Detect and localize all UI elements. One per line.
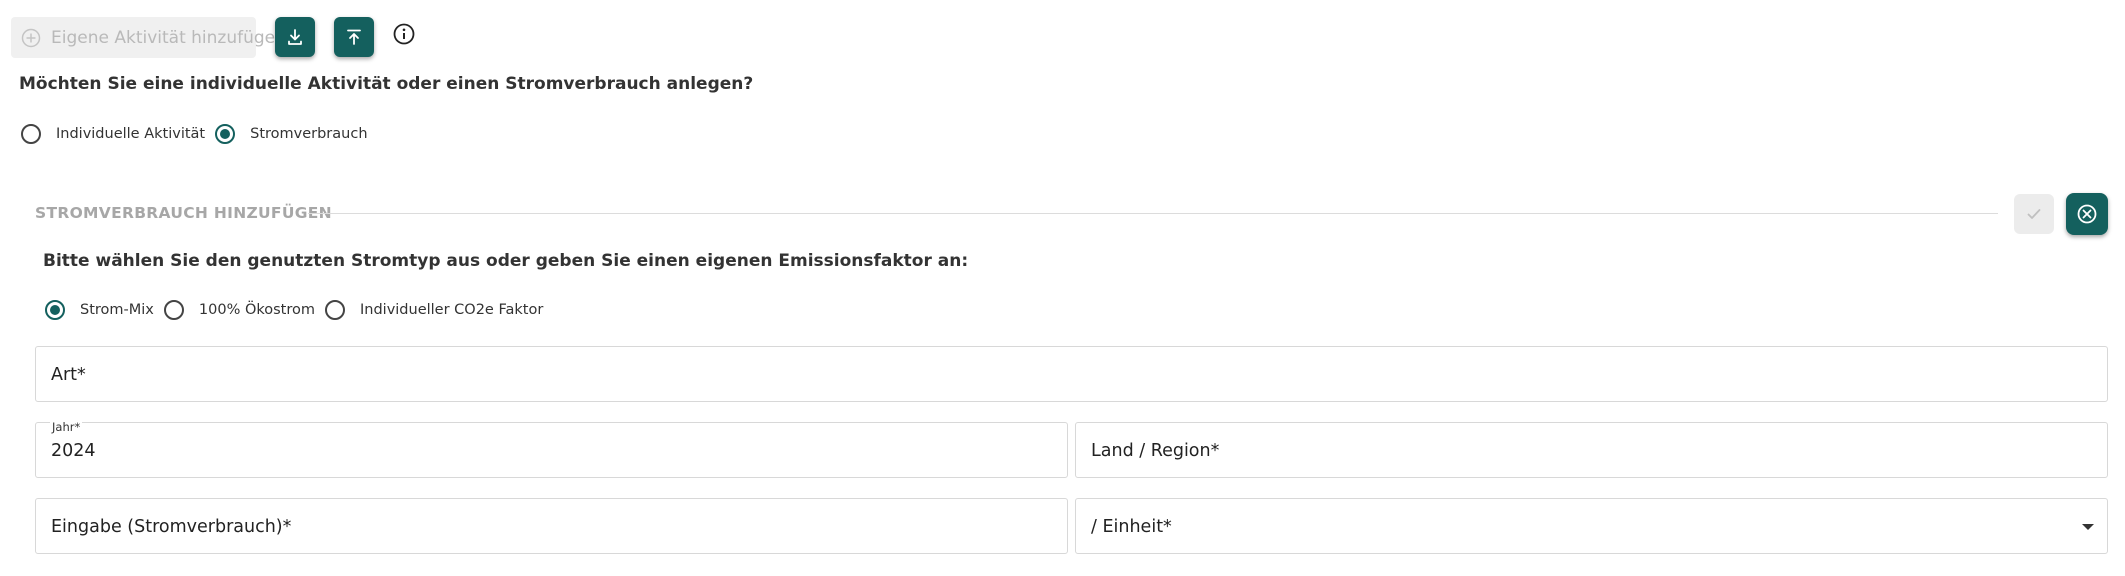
- activity-type-question: Möchten Sie eine individuelle Aktivität …: [19, 74, 754, 94]
- land-region-field-placeholder: Land / Region*: [1091, 441, 1220, 461]
- radio-label-power-mix: Strom-Mix: [80, 302, 154, 318]
- art-field-placeholder: Art*: [51, 365, 86, 385]
- upload-button[interactable]: [334, 17, 374, 57]
- info-icon[interactable]: [392, 22, 416, 46]
- power-type-radio-group: Strom-Mix 100% Ökostrom Individueller CO…: [45, 300, 553, 320]
- jahr-field[interactable]: Jahr* 2024: [35, 420, 1068, 478]
- radio-label-individual-activity: Individuelle Aktivität: [56, 126, 206, 142]
- art-field[interactable]: Art*: [35, 346, 2108, 402]
- download-button[interactable]: [275, 17, 315, 57]
- add-own-activity-button[interactable]: Eigene Aktivität hinzufügen: [11, 17, 286, 58]
- check-icon: [2025, 205, 2043, 223]
- power-type-prompt: Bitte wählen Sie den genutzten Stromtyp …: [43, 251, 969, 271]
- section-divider: [308, 213, 1998, 214]
- section-title: STROMVERBRAUCH HINZUFÜGEN: [35, 204, 332, 222]
- activity-type-radio-group: Individuelle Aktivität Stromverbrauch: [21, 124, 378, 144]
- jahr-field-value: 2024: [51, 441, 96, 461]
- radio-label-power-consumption: Stromverbrauch: [250, 126, 368, 142]
- confirm-button[interactable]: [2014, 194, 2054, 234]
- eingabe-field-placeholder: Eingabe (Stromverbrauch)*: [51, 517, 292, 537]
- einheit-select[interactable]: / Einheit*: [1075, 498, 2108, 554]
- eingabe-field[interactable]: Eingabe (Stromverbrauch)*: [35, 498, 1068, 554]
- radio-label-custom-co2e-factor: Individueller CO2e Faktor: [360, 302, 544, 318]
- jahr-field-label: Jahr*: [50, 420, 83, 434]
- radio-individual-activity[interactable]: [21, 124, 41, 144]
- close-circle-icon: [2076, 203, 2098, 225]
- plus-circle-icon: [21, 28, 41, 48]
- radio-custom-co2e-factor[interactable]: [325, 300, 345, 320]
- radio-green-power[interactable]: [163, 300, 184, 320]
- dropdown-arrow-icon: [2082, 524, 2094, 530]
- radio-label-green-power: 100% Ökostrom: [198, 302, 315, 318]
- cancel-button[interactable]: [2066, 193, 2108, 235]
- radio-power-mix[interactable]: [45, 300, 65, 320]
- einheit-select-placeholder: / Einheit*: [1091, 517, 1172, 537]
- add-own-activity-label: Eigene Aktivität hinzufügen: [51, 27, 286, 48]
- radio-power-consumption[interactable]: [215, 124, 236, 144]
- land-region-field[interactable]: Land / Region*: [1075, 422, 2108, 478]
- upload-icon: [344, 27, 364, 47]
- download-icon: [285, 27, 305, 47]
